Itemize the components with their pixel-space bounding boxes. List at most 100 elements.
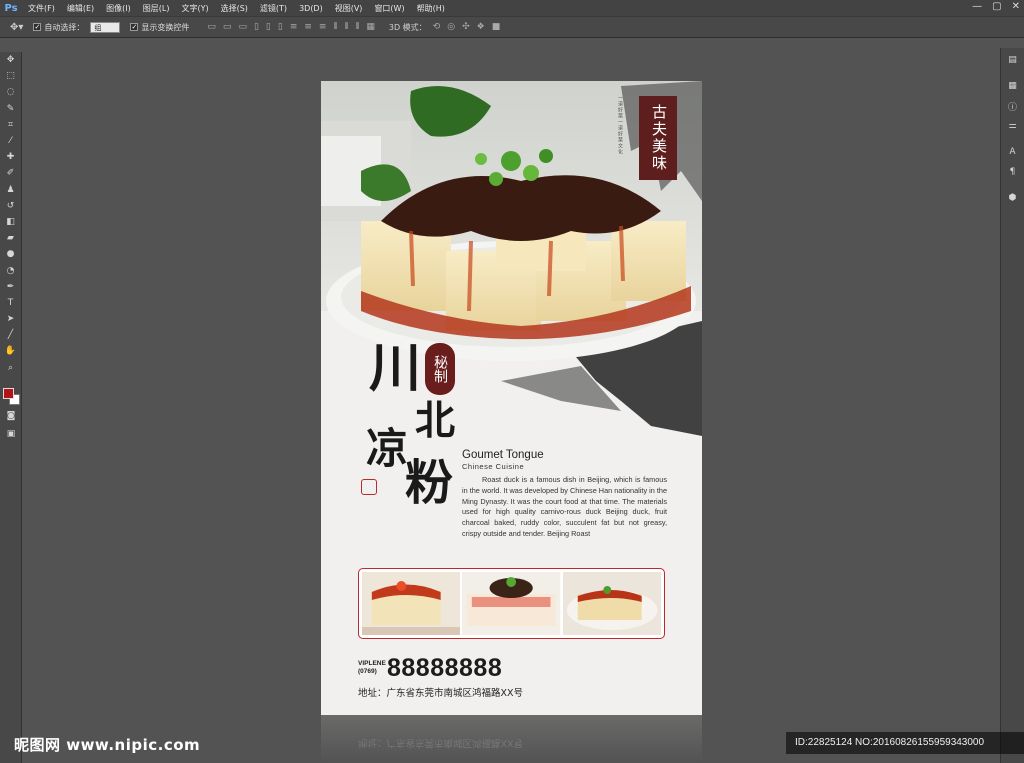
- adjustments-panel-icon[interactable]: ⚌: [1001, 118, 1024, 134]
- 3d-roll-icon[interactable]: ◎: [447, 22, 455, 32]
- 3d-slide-icon[interactable]: ❖: [477, 22, 485, 32]
- 3d-panel-icon[interactable]: ⬢: [1001, 190, 1024, 206]
- quick-select-tool-icon[interactable]: ✎: [0, 101, 21, 117]
- foreground-color-swatch[interactable]: [3, 388, 14, 399]
- seal-box: 古夫美味: [639, 96, 677, 180]
- title-char-bei: 北: [415, 397, 455, 444]
- distribute-middle-icon[interactable]: ≡: [304, 22, 312, 32]
- healing-brush-icon[interactable]: ✚: [0, 149, 21, 165]
- area-code: (0769): [358, 668, 377, 675]
- menu-type[interactable]: 文字(Y): [175, 3, 214, 14]
- site-watermark: 昵图网 www.nipic.com: [14, 736, 201, 754]
- vip-label: VIPLENE (0769): [358, 660, 386, 676]
- auto-select-label: 自动选择：: [44, 22, 85, 32]
- title-char-chuan: 川: [369, 338, 422, 399]
- lasso-tool-icon[interactable]: ◌: [0, 84, 21, 100]
- paragraph-panel-icon[interactable]: ¶: [1001, 164, 1024, 180]
- dish-thumbnails: [358, 568, 665, 639]
- photoshop-window: Ps 文件(F) 编辑(E) 图像(I) 图层(L) 文字(Y) 选择(S) 滤…: [0, 0, 1024, 763]
- red-stamp: [361, 479, 377, 495]
- mi-zhi-seal: 秘制: [425, 343, 455, 395]
- thumbnail-1: [362, 572, 461, 635]
- tools-panel: ✥ ⬚ ◌ ✎ ⌗ ⁄ ✚ ✐ ♟ ↺ ◧ ▰ ● ◔ ✒ T ➤ ╱ ✋ ⌕ …: [0, 52, 22, 763]
- vip-text: VIPLENE: [358, 660, 386, 667]
- distribute-center-icon[interactable]: ⦀: [344, 22, 348, 32]
- menu-layer[interactable]: 图层(L): [137, 3, 176, 14]
- mode-3d-label: 3D 模式：: [388, 22, 427, 32]
- show-transform-label: 显示变换控件: [141, 22, 190, 32]
- info-panel-icon[interactable]: ⓘ: [1001, 98, 1024, 114]
- menu-3d[interactable]: 3D(D): [293, 4, 329, 13]
- line-tool-icon[interactable]: ╱: [0, 327, 21, 343]
- menu-help[interactable]: 帮助(H): [411, 3, 451, 14]
- menu-edit[interactable]: 编辑(E): [61, 3, 100, 14]
- color-swatches[interactable]: [3, 388, 21, 406]
- eyedropper-tool-icon[interactable]: ⁄: [0, 133, 21, 149]
- move-tool-icon[interactable]: ✥: [0, 52, 21, 68]
- type-tool-icon[interactable]: T: [0, 295, 21, 311]
- 3d-rotate-icon[interactable]: ⟲: [433, 22, 441, 32]
- auto-align-icon[interactable]: ▦: [366, 22, 375, 32]
- clone-stamp-icon[interactable]: ♟: [0, 182, 21, 198]
- gradient-tool-icon[interactable]: ▰: [0, 230, 21, 246]
- dodge-tool-icon[interactable]: ◔: [0, 262, 21, 278]
- align-middle-icon[interactable]: ▭: [223, 22, 232, 32]
- distribute-top-icon[interactable]: ≡: [290, 22, 298, 32]
- history-brush-icon[interactable]: ↺: [0, 198, 21, 214]
- align-left-icon[interactable]: ▯: [254, 22, 259, 32]
- brush-tool-icon[interactable]: ✐: [0, 165, 21, 181]
- pen-tool-icon[interactable]: ✒: [0, 279, 21, 295]
- reflected-address: 地址：广东省东莞市南城区鸿福路XX号: [358, 737, 524, 748]
- show-transform-checkbox[interactable]: ✓: [130, 23, 139, 31]
- character-panel-icon[interactable]: A: [1001, 144, 1024, 160]
- history-panel-icon[interactable]: ▤: [1001, 52, 1024, 68]
- menu-file[interactable]: 文件(F): [22, 3, 61, 14]
- thumbnail-3: [562, 572, 661, 635]
- eraser-tool-icon[interactable]: ◧: [0, 214, 21, 230]
- menu-image[interactable]: 图像(I): [100, 3, 137, 14]
- address-text: 地址：广东省东莞市南城区鸿福路XX号: [358, 688, 524, 699]
- menu-window[interactable]: 窗口(W): [368, 3, 410, 14]
- distribute-left-icon[interactable]: ⦀: [333, 22, 337, 32]
- description-text: Roast duck is a famous dish in Beijing, …: [462, 475, 667, 538]
- 3d-scale-icon[interactable]: ■: [492, 22, 501, 32]
- move-tool-icon[interactable]: ✥▾: [10, 22, 23, 33]
- align-right-icon[interactable]: ▯: [278, 22, 283, 32]
- minimize-button[interactable]: —: [972, 1, 982, 12]
- english-subtitle: Chinese Cuisine: [462, 462, 525, 471]
- title-char-liang: 凉: [366, 424, 409, 473]
- marquee-tool-icon[interactable]: ⬚: [0, 68, 21, 84]
- distribute-bottom-icon[interactable]: ≡: [319, 22, 327, 32]
- hand-tool-icon[interactable]: ✋: [0, 343, 21, 359]
- screen-mode-icon[interactable]: ▣: [0, 426, 22, 442]
- distribute-right-icon[interactable]: ⦀: [355, 22, 359, 32]
- phone-number: 88888888: [387, 654, 503, 682]
- align-top-icon[interactable]: ▭: [207, 22, 216, 32]
- options-bar: ✥▾ ✓ 自动选择： 组 ✓ 显示变换控件 ▭ ▭ ▭ ▯ ▯ ▯ ≡ ≡ ≡ …: [0, 16, 1024, 38]
- menu-select[interactable]: 选择(S): [215, 3, 254, 14]
- align-buttons: ▭ ▭ ▭ ▯ ▯ ▯ ≡ ≡ ≡ ⦀ ⦀ ⦀ ▦: [207, 22, 374, 32]
- panel-dock: ▤ ▦ ⓘ ⚌ A ¶ ⬢: [1000, 48, 1024, 763]
- align-center-icon[interactable]: ▯: [266, 22, 271, 32]
- menu-view[interactable]: 视图(V): [329, 3, 369, 14]
- canvas-reflection: 地址：广东省东莞市南城区鸿福路XX号: [321, 715, 702, 763]
- app-logo: Ps: [4, 2, 18, 14]
- window-controls: — ▢ ✕: [972, 1, 1020, 12]
- crop-tool-icon[interactable]: ⌗: [0, 117, 21, 133]
- title-char-fen: 粉: [405, 455, 454, 511]
- close-button[interactable]: ✕: [1012, 1, 1020, 12]
- align-bottom-icon[interactable]: ▭: [238, 22, 247, 32]
- auto-select-checkbox[interactable]: ✓: [33, 23, 42, 31]
- blur-tool-icon[interactable]: ●: [0, 246, 21, 262]
- auto-select-dropdown[interactable]: 组: [90, 21, 121, 33]
- menu-filter[interactable]: 滤镜(T): [254, 3, 293, 14]
- 3d-mode-buttons: ⟲ ◎ ✣ ❖ ■: [433, 22, 501, 32]
- thumbnail-2: [462, 572, 561, 635]
- maximize-button[interactable]: ▢: [992, 1, 1001, 12]
- properties-panel-icon[interactable]: ▦: [1001, 78, 1024, 94]
- quick-mask-icon[interactable]: ◙: [0, 408, 22, 424]
- zoom-tool-icon[interactable]: ⌕: [0, 360, 21, 376]
- path-select-icon[interactable]: ➤: [0, 311, 21, 327]
- 3d-drag-icon[interactable]: ✣: [462, 22, 470, 32]
- document-canvas[interactable]: 古夫美味 一道好菜一道好菜文化 川 秘制 北 凉 粉 Goumet Tongue…: [321, 81, 702, 715]
